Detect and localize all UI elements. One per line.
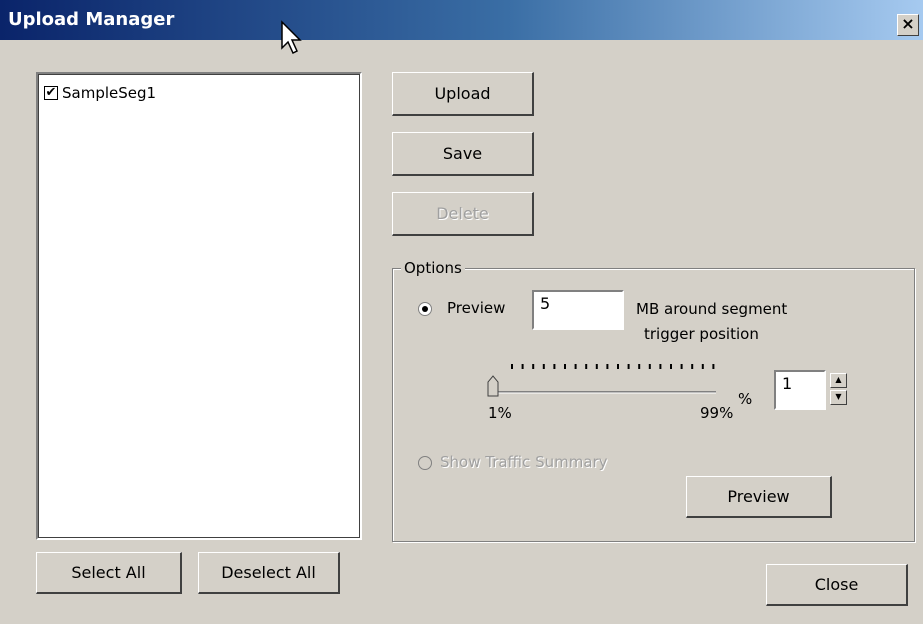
options-group-label: Options	[401, 259, 465, 277]
segment-list[interactable]: ✔ SampleSeg1	[36, 72, 362, 540]
traffic-summary-label: Show Traffic Summary	[440, 453, 608, 471]
list-item[interactable]: ✔ SampleSeg1	[44, 84, 156, 102]
slider-thumb[interactable]	[487, 375, 499, 397]
select-all-button[interactable]: Select All	[36, 552, 182, 594]
radio-selected-dot	[422, 306, 428, 312]
close-icon[interactable]: ×	[897, 14, 919, 36]
arrow-cursor-icon	[281, 20, 302, 55]
slider-min-label: 1%	[488, 404, 512, 422]
spin-up-icon[interactable]: ▲	[830, 373, 847, 388]
slider-ticks	[511, 364, 715, 369]
segment-checkbox[interactable]: ✔	[44, 86, 58, 100]
save-button[interactable]: Save	[392, 132, 534, 176]
deselect-all-button[interactable]: Deselect All	[198, 552, 340, 594]
upload-button[interactable]: Upload	[392, 72, 534, 116]
window-title: Upload Manager	[8, 9, 175, 30]
preview-radio-label: Preview	[447, 299, 506, 317]
preview-radio[interactable]	[418, 302, 432, 316]
mb-size-input[interactable]: 5	[532, 290, 624, 330]
list-item-label: SampleSeg1	[62, 84, 157, 102]
close-button[interactable]: Close	[766, 564, 908, 606]
percent-sign: %	[738, 390, 753, 408]
traffic-summary-radio[interactable]	[418, 456, 432, 470]
spin-down-icon[interactable]: ▼	[830, 390, 847, 405]
percent-spin-input[interactable]: 1	[774, 370, 826, 410]
mb-description-line1: MB around segment	[636, 300, 788, 318]
preview-button[interactable]: Preview	[686, 476, 832, 518]
title-bar: Upload Manager ×	[0, 0, 923, 40]
slider-max-label: 99%	[700, 404, 734, 422]
mb-description-line2: trigger position	[644, 325, 759, 343]
delete-button[interactable]: Delete	[392, 192, 534, 236]
position-slider[interactable]	[484, 360, 734, 400]
